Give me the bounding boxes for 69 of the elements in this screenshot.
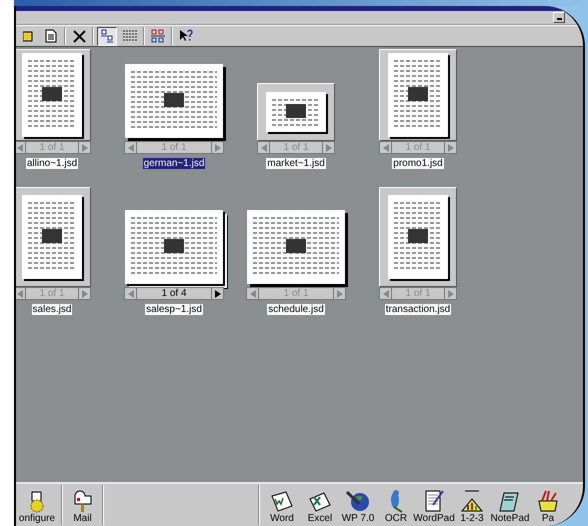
document-thumbnail[interactable] xyxy=(125,64,228,143)
chart-icon xyxy=(460,489,484,513)
delete-icon xyxy=(72,30,86,42)
right-arrow-icon xyxy=(448,290,454,298)
app-launcher-button[interactable]: NotePad xyxy=(491,485,529,525)
page-counter: 1 of 1 xyxy=(38,142,66,153)
page-counter: 1 of 1 xyxy=(282,288,310,299)
right-arrow-icon xyxy=(336,290,342,298)
left-arrow-icon xyxy=(16,144,22,152)
right-arrow-icon xyxy=(326,144,332,152)
minimize-button[interactable] xyxy=(553,12,565,23)
document-thumbnail[interactable] xyxy=(125,210,228,289)
grid-icon xyxy=(123,30,137,42)
paint-pots-icon xyxy=(536,489,560,513)
left-arrow-icon xyxy=(128,144,134,152)
previous-page-button[interactable] xyxy=(16,288,26,299)
arrange-button[interactable] xyxy=(148,26,168,46)
page-counter: 1 of 1 xyxy=(38,288,66,299)
document-icon xyxy=(270,491,294,513)
left-arrow-icon xyxy=(16,290,22,298)
document-thumbnail[interactable] xyxy=(247,210,350,289)
app-launcher-button[interactable]: Word xyxy=(263,485,301,525)
globe-pen-icon xyxy=(346,491,370,513)
right-arrow-icon xyxy=(82,144,88,152)
file-name-label[interactable]: german~1.jsd xyxy=(142,158,206,169)
left-arrow-icon xyxy=(128,290,134,298)
app-launcher-button[interactable]: OCR xyxy=(377,485,415,525)
previous-page-button[interactable] xyxy=(16,142,26,153)
right-arrow-icon xyxy=(214,290,220,298)
document-thumbnail[interactable] xyxy=(16,187,91,287)
left-arrow-icon xyxy=(382,144,388,152)
page-counter: 1 of 1 xyxy=(282,142,310,153)
page-counter: 1 of 1 xyxy=(160,142,188,153)
app-launcher-button[interactable]: WordPad xyxy=(415,485,453,525)
app-launcher-button[interactable]: 1-2-3 xyxy=(453,485,491,525)
app-launcher-button[interactable]: Mail xyxy=(66,485,99,525)
app-launcher-button[interactable]: Excel xyxy=(301,485,339,525)
page-counter: 1 of 1 xyxy=(404,288,432,299)
page-counter: 1 of 1 xyxy=(404,142,432,153)
page-counter: 1 of 4 xyxy=(160,288,188,299)
thumbnails-icon xyxy=(100,29,114,43)
arrange-icon xyxy=(151,29,165,43)
file-name-label[interactable]: sales.jsd xyxy=(32,304,72,315)
thumbnails-button[interactable] xyxy=(97,26,117,46)
file-name-label[interactable]: market~1.jsd xyxy=(266,158,326,169)
file-name-label[interactable]: schedule.jsd xyxy=(267,304,325,315)
help-pointer-icon xyxy=(179,29,193,43)
app-launcher-button[interactable]: Pa xyxy=(529,485,567,525)
app-launcher-button[interactable]: WP 7.0 xyxy=(339,485,377,525)
left-arrow-icon xyxy=(250,290,256,298)
app-launcher-button[interactable]: onfigure xyxy=(16,485,58,525)
file-name-label[interactable]: transaction.jsd xyxy=(384,304,452,315)
next-page-button[interactable] xyxy=(211,288,223,299)
right-arrow-icon xyxy=(214,144,220,152)
document-thumbnail[interactable] xyxy=(379,49,457,141)
right-arrow-icon xyxy=(448,144,454,152)
document-thumbnail[interactable] xyxy=(257,83,335,141)
page-icon xyxy=(45,29,57,43)
file-name-label[interactable]: promo1.jsd xyxy=(392,158,444,169)
right-arrow-icon xyxy=(82,290,88,298)
left-arrow-icon xyxy=(260,144,266,152)
file-name-label[interactable]: salesp~1.jsd xyxy=(145,304,203,315)
spreadsheet-icon xyxy=(308,491,332,513)
document-thumbnail[interactable] xyxy=(16,49,91,141)
file-name-label[interactable]: allino~1.jsd xyxy=(26,158,78,169)
notepad-pen-icon xyxy=(423,489,445,513)
document-thumbnail[interactable] xyxy=(379,187,457,287)
left-arrow-icon xyxy=(382,290,388,298)
mailbox-icon xyxy=(72,489,94,513)
